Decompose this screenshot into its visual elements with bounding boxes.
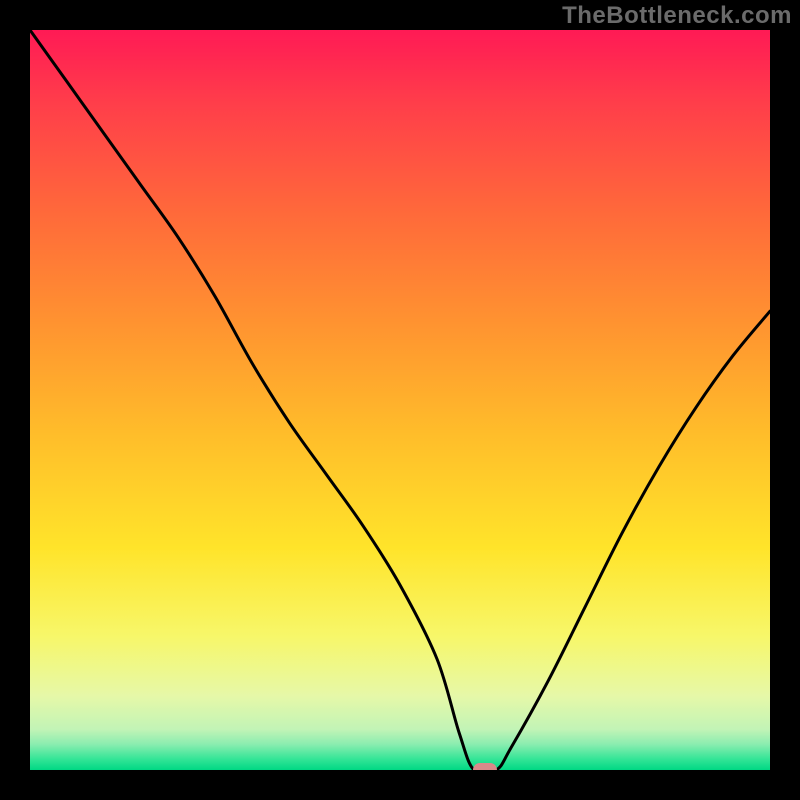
optimal-marker bbox=[473, 763, 497, 770]
chart-svg bbox=[30, 30, 770, 770]
chart-frame: TheBottleneck.com bbox=[0, 0, 800, 800]
watermark-text: TheBottleneck.com bbox=[562, 2, 792, 30]
gradient-background bbox=[30, 30, 770, 770]
plot-area bbox=[30, 30, 770, 770]
